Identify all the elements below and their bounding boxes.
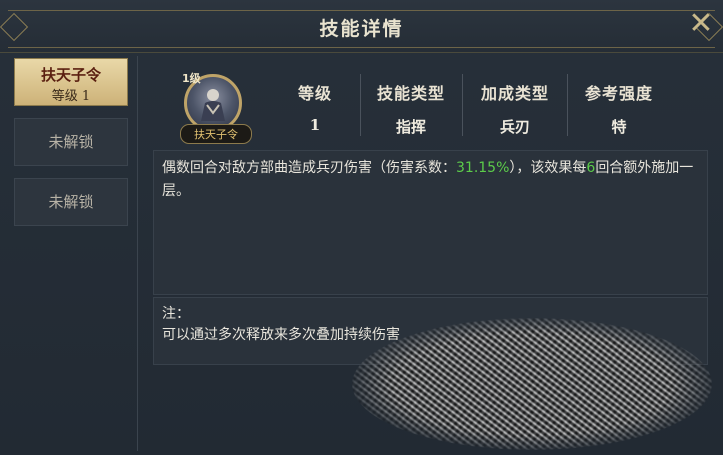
note-heading: 注： xyxy=(162,306,190,322)
tab-skill-2-locked[interactable]: 未解锁 xyxy=(14,118,128,166)
stat-bonus-type: 加成类型 兵刃 xyxy=(472,80,558,137)
stat-value: 特 xyxy=(611,118,627,136)
stat-value: 兵刃 xyxy=(499,118,530,136)
tab-skill-level: 等级 1 xyxy=(51,89,91,104)
round-count: 6 xyxy=(586,160,596,176)
tab-locked-label: 未解锁 xyxy=(48,193,94,211)
tab-locked-label: 未解锁 xyxy=(48,133,94,151)
stat-divider xyxy=(567,74,568,136)
panel-divider xyxy=(137,56,138,451)
description-text: ），该效果每 xyxy=(509,160,587,176)
skill-icon-label: 扶天子令 xyxy=(180,124,252,144)
stat-skill-type: 技能类型 指挥 xyxy=(368,80,454,137)
tab-skill-1[interactable]: 扶天子令 等级 1 xyxy=(14,58,128,106)
stat-divider xyxy=(360,74,361,136)
noise-overlay xyxy=(352,318,712,450)
close-icon[interactable]: ✕ xyxy=(687,9,715,39)
stat-label: 加成类型 xyxy=(480,84,549,103)
skill-icon: 1级 扶天子令 xyxy=(178,70,254,146)
stat-label: 技能类型 xyxy=(376,84,445,103)
tab-skill-3-locked[interactable]: 未解锁 xyxy=(14,178,128,226)
stat-divider xyxy=(462,74,463,136)
tab-skill-name: 扶天子令 xyxy=(40,66,101,84)
stat-label: 等级 xyxy=(297,84,332,103)
stat-label: 参考强度 xyxy=(584,84,653,103)
stat-strength: 参考强度 特 xyxy=(576,80,662,137)
skill-description: 偶数回合对敌方部曲造成兵刃伤害（伤害系数：31.15%），该效果每6回合额外施加… xyxy=(153,150,708,295)
description-text: 偶数回合对敌方部曲造成兵刃伤害（伤害系数： xyxy=(162,160,456,176)
damage-coefficient: 31.15% xyxy=(456,160,510,176)
level-badge: 1级 xyxy=(182,72,201,85)
window-title: 技能详情 xyxy=(319,18,404,40)
skill-detail-window: 技能详情 ✕ 扶天子令 等级 1 未解锁 未解锁 1级 扶天子令 等级 1 技能… xyxy=(0,0,723,455)
title-bar: 技能详情 ✕ xyxy=(0,0,723,53)
stat-level: 等级 1 xyxy=(286,80,344,134)
stat-value: 1 xyxy=(309,116,321,134)
stat-value: 指挥 xyxy=(395,118,426,136)
